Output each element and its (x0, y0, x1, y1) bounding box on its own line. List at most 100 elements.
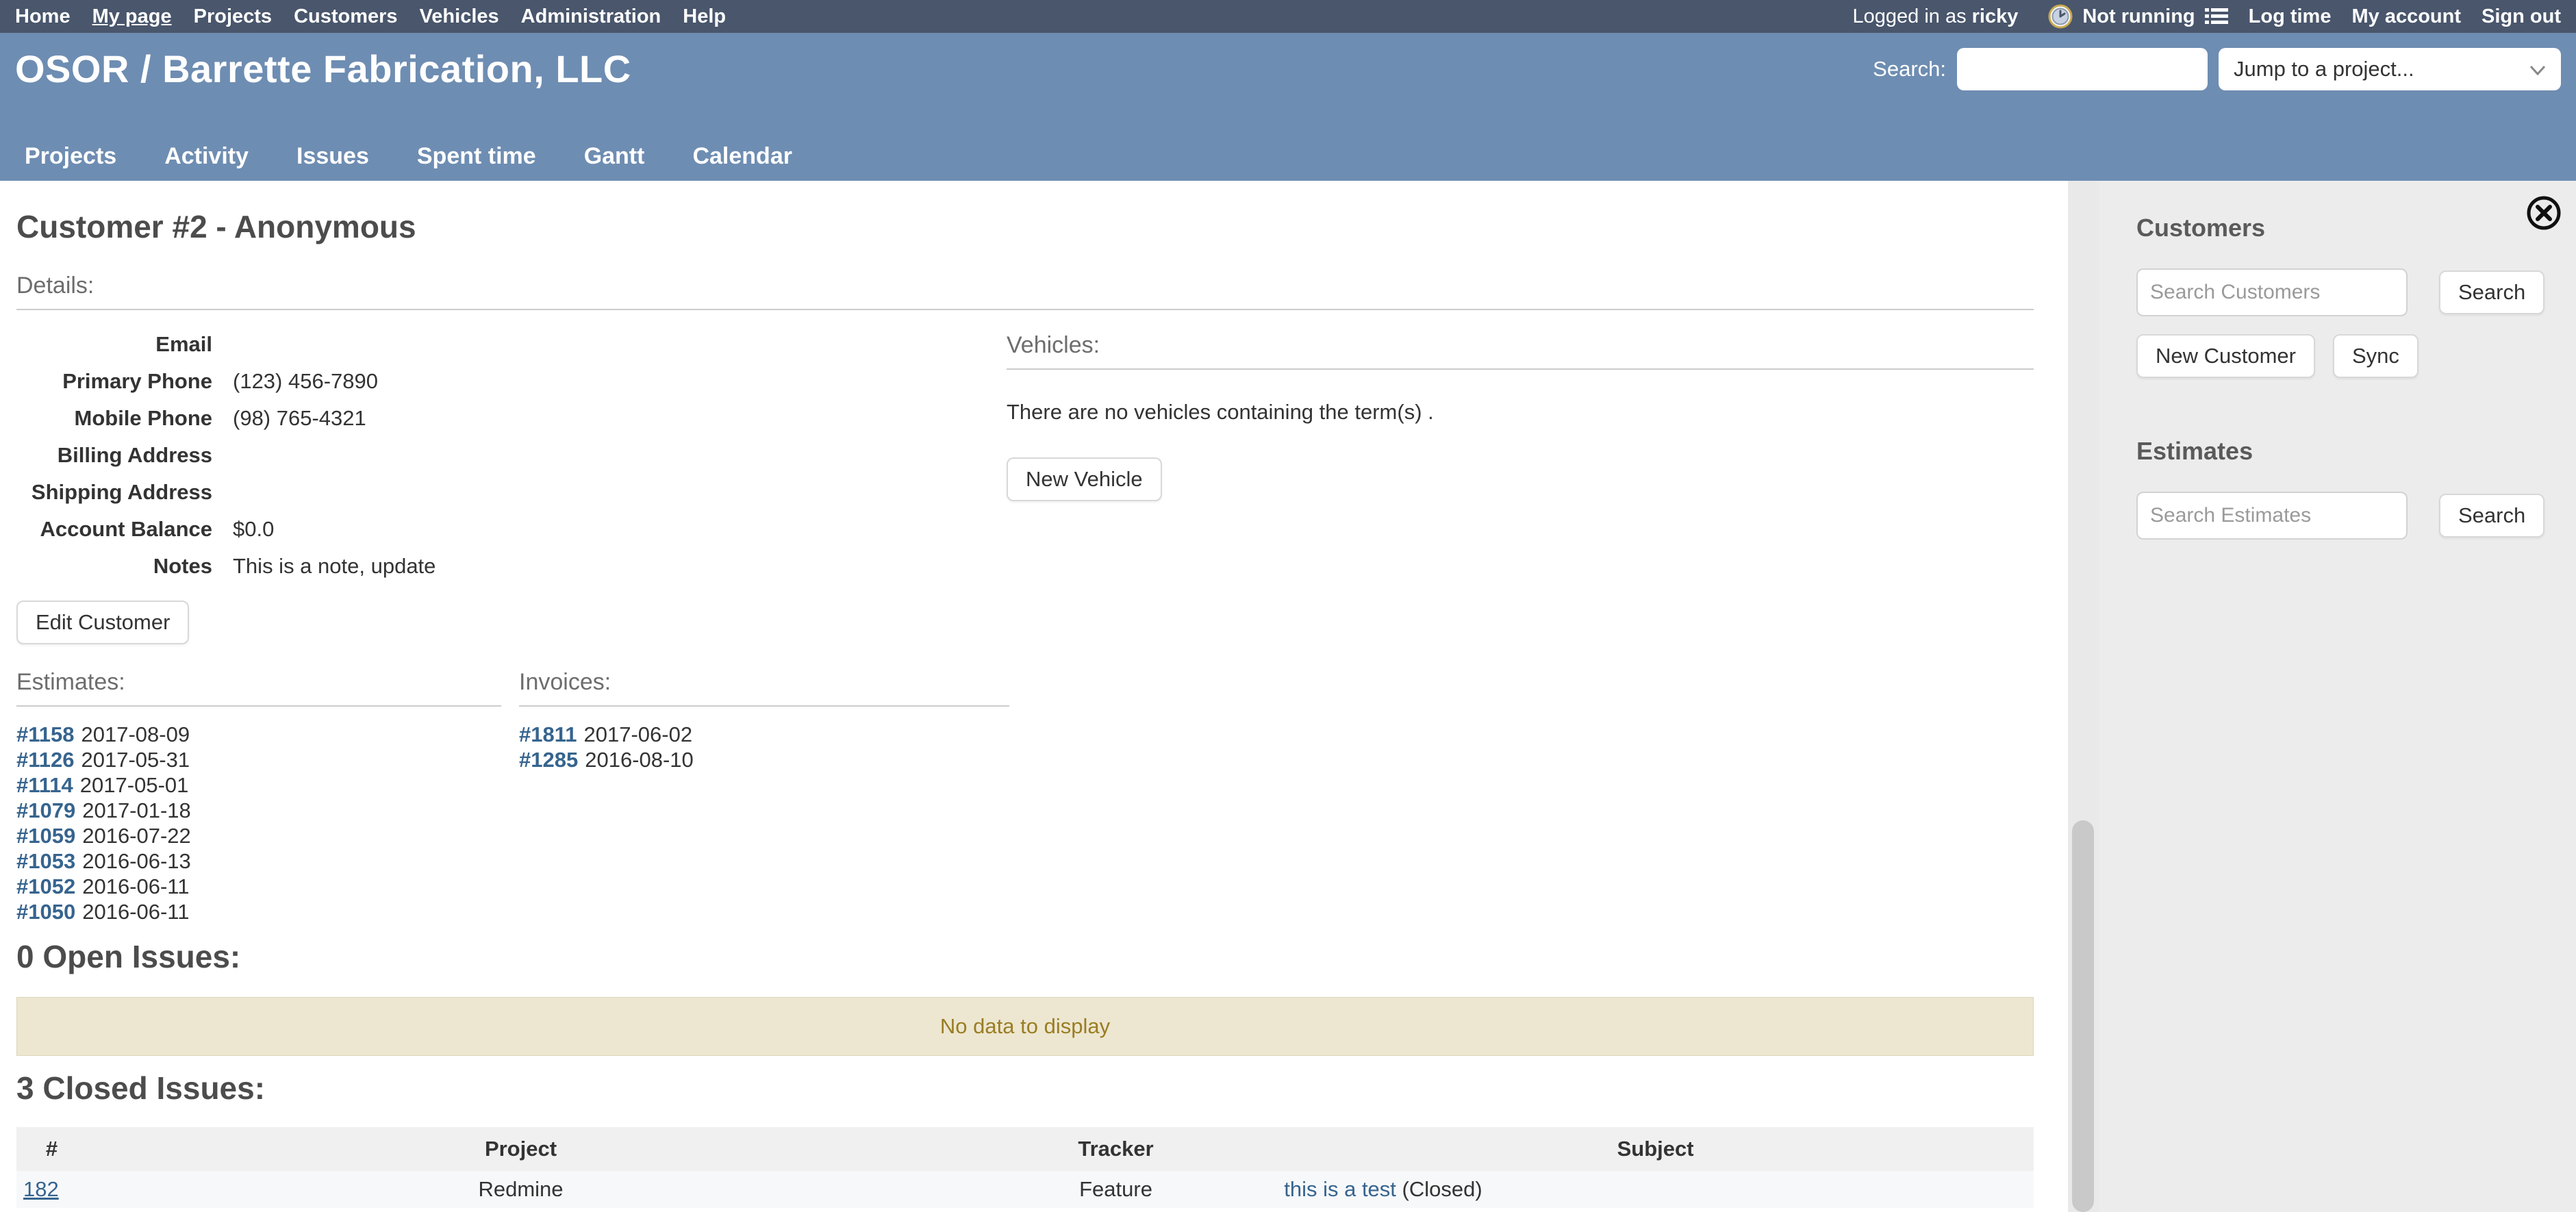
field-row-shipping-address: Shipping Address (16, 480, 1007, 505)
topbar-link-customers[interactable]: Customers (294, 5, 398, 28)
list-item: #1059 2016-07-22 (16, 823, 501, 848)
timer-widget: Not running (2048, 4, 2227, 29)
estimate-date: 2017-01-18 (82, 798, 191, 822)
topbar-link-my-account[interactable]: My account (2351, 5, 2461, 28)
estimate-date: 2016-07-22 (82, 824, 191, 848)
edit-customer-button[interactable]: Edit Customer (16, 601, 189, 644)
list-item: #1079 2017-01-18 (16, 798, 501, 823)
field-label: Shipping Address (16, 480, 212, 505)
customers-search-row: Search (2136, 268, 2576, 316)
tab-activity[interactable]: Activity (164, 143, 249, 170)
new-vehicle-button[interactable]: New Vehicle (1007, 457, 1162, 501)
invoices-list-section: Invoices: #18112017-06-02 #12852016-08-1… (519, 669, 1009, 924)
jump-to-project-select[interactable]: Jump to a project... (2219, 48, 2561, 90)
topbar-link-help[interactable]: Help (683, 5, 726, 28)
list-item: #1811 2017-06-02 (519, 722, 1009, 747)
topbar-link-vehicles[interactable]: Vehicles (420, 5, 499, 28)
search-estimates-input[interactable] (2136, 492, 2408, 540)
search-label: Search: (1873, 57, 1946, 81)
details-columns: Email Primary Phone (123) 456-7890 Mobil… (16, 332, 2034, 644)
estimate-link[interactable]: #1053 (16, 849, 75, 873)
scrollbar-thumb[interactable] (2072, 820, 2094, 1212)
estimate-link[interactable]: #1114 (16, 773, 73, 797)
table-header-row: # Project Tracker Subject (16, 1127, 2034, 1171)
estimate-link[interactable]: #1052 (16, 874, 75, 898)
timer-list-icon[interactable] (2205, 6, 2228, 27)
customer-title: Customer #2 - Anonymous (16, 208, 2034, 245)
jump-to-project-value: Jump to a project... (2234, 57, 2414, 81)
list-item: #1285 2016-08-10 (519, 747, 1009, 772)
main-scrollbar[interactable] (2068, 181, 2099, 1212)
field-label: Account Balance (16, 517, 212, 542)
estimate-link[interactable]: #1158 (16, 722, 75, 746)
sidebar-customers-heading: Customers (2136, 214, 2576, 242)
topbar-link-home[interactable]: Home (15, 5, 71, 28)
tab-calendar[interactable]: Calendar (692, 143, 792, 170)
main-panel: Customer #2 - Anonymous Details: Email P… (0, 181, 2068, 1212)
topbar-link-sign-out[interactable]: Sign out (2482, 5, 2561, 28)
field-label: Primary Phone (16, 369, 212, 394)
issue-status-text: (Closed) (1396, 1177, 1482, 1201)
tab-issues[interactable]: Issues (296, 143, 369, 170)
estimate-link[interactable]: #1059 (16, 824, 75, 848)
right-sidebar: Customers Search New Customer Sync Estim… (2068, 181, 2576, 1212)
topbar-link-my-page[interactable]: My page (92, 5, 172, 28)
issue-subject-link[interactable]: this is a test (1284, 1177, 1396, 1201)
column-header-id: # (16, 1127, 87, 1171)
open-issues-heading: 0 Open Issues: (16, 938, 2034, 975)
header-top-row: OSOR / Barrette Fabrication, LLC Search:… (0, 33, 2576, 91)
closed-issues-table: # Project Tracker Subject 182 Redmine Fe… (16, 1127, 2034, 1212)
estimate-link[interactable]: #1126 (16, 748, 75, 772)
estimates-search-row: Search (2136, 492, 2576, 540)
field-label: Billing Address (16, 443, 212, 468)
issue-tracker-cell: Feature (955, 1171, 1277, 1208)
issue-id-cell: 91 (16, 1208, 87, 1212)
invoice-date: 2017-06-02 (584, 722, 693, 746)
invoice-date: 2016-08-10 (585, 748, 694, 772)
vehicles-heading: Vehicles: (1007, 332, 2034, 370)
tab-spent-time[interactable]: Spent time (417, 143, 536, 170)
issue-id-link[interactable]: 182 (23, 1177, 59, 1201)
quick-search-input[interactable] (1957, 48, 2208, 90)
top-bar: Home My page Projects Customers Vehicles… (0, 0, 2576, 33)
logged-in-prefix: Logged in as (1853, 5, 1967, 27)
list-item: #11142017-05-01 (16, 772, 501, 798)
estimate-date: 2016-06-13 (82, 849, 191, 873)
issue-project-cell: Barrette Fabrication, LLC (87, 1208, 955, 1212)
chevron-down-icon (2529, 57, 2546, 81)
topbar-link-log-time[interactable]: Log time (2249, 5, 2332, 28)
field-value: $0.0 (233, 517, 274, 542)
estimate-date: 2017-05-31 (81, 748, 190, 772)
page-title: OSOR / Barrette Fabrication, LLC (15, 47, 631, 91)
customers-buttons-row: New Customer Sync (2136, 334, 2576, 378)
invoices-list: #1811 2017-06-02 #1285 2016-08-10 (519, 722, 1009, 772)
search-customers-input[interactable] (2136, 268, 2408, 316)
vehicles-empty-text: There are no vehicles containing the ter… (1007, 400, 2034, 425)
new-customer-button[interactable]: New Customer (2136, 334, 2315, 378)
tab-gantt[interactable]: Gantt (584, 143, 645, 170)
topbar-link-projects[interactable]: Projects (194, 5, 272, 28)
sidebar-estimates-heading: Estimates (2136, 437, 2576, 466)
close-sidebar-button[interactable] (2525, 194, 2562, 231)
estimate-link[interactable]: #1050 (16, 900, 75, 924)
documents-lists: Estimates: #11582017-08-09 #11262017-05-… (16, 669, 2034, 924)
sync-button[interactable]: Sync (2333, 334, 2419, 378)
search-estimates-button[interactable]: Search (2439, 494, 2545, 538)
field-row-email: Email (16, 332, 1007, 357)
invoice-link[interactable]: #1811 (519, 722, 577, 746)
search-customers-button[interactable]: Search (2439, 270, 2545, 314)
tab-projects[interactable]: Projects (25, 143, 116, 170)
estimate-link[interactable]: #1079 (16, 798, 75, 822)
issue-tracker-cell: Fabrication (955, 1208, 1277, 1212)
app-window: Home My page Projects Customers Vehicles… (0, 0, 2576, 1212)
list-item: #11582017-08-09 (16, 722, 501, 747)
estimate-date: 2017-08-09 (81, 722, 190, 746)
column-header-tracker: Tracker (955, 1127, 1277, 1171)
topbar-link-administration[interactable]: Administration (521, 5, 661, 28)
column-header-subject: Subject (1277, 1127, 2034, 1171)
list-item: #1053 2016-06-13 (16, 848, 501, 874)
logged-in-username: ricky (1972, 5, 2019, 27)
invoice-link[interactable]: #1285 (519, 748, 578, 772)
issue-subject-cell: this is a test (Closed) (1277, 1171, 2034, 1208)
content-area: Customer #2 - Anonymous Details: Email P… (0, 181, 2576, 1212)
